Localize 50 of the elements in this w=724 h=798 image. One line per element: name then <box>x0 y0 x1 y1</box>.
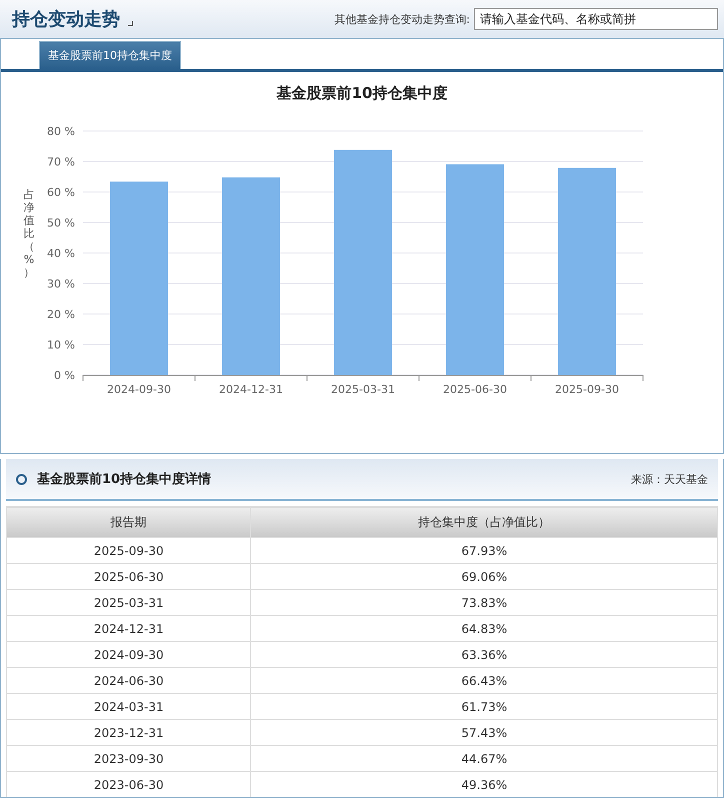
axis-label: 60 % <box>47 186 75 199</box>
bar[interactable] <box>558 168 616 375</box>
search-field[interactable]: 请输入基金代码、名称或简拼 <box>474 8 718 30</box>
circle-icon <box>16 474 27 484</box>
section-title: 基金股票前10持仓集中度详情 <box>37 470 212 488</box>
axis-label: 2024-12-31 <box>219 383 283 396</box>
table-cell: 44.67% <box>250 746 718 772</box>
table-cell: 2024-03-31 <box>6 694 251 720</box>
bar[interactable] <box>334 150 392 375</box>
table-cell: 2023-12-31 <box>6 720 251 746</box>
table-cell: 61.73% <box>250 694 718 720</box>
table-cell: 2024-12-31 <box>6 616 251 642</box>
axis-label: 20 % <box>47 308 75 321</box>
bar[interactable] <box>110 182 168 375</box>
table-cell: 2025-06-30 <box>6 564 251 590</box>
axis-label: 2024-09-30 <box>107 383 171 396</box>
axis-label: 70 % <box>47 156 75 168</box>
tab[interactable]: 基金股票前10持仓集中度 <box>39 41 181 69</box>
table-cell: 73.83% <box>250 590 718 616</box>
axis-label: 40 % <box>47 247 75 260</box>
axis-label: 50 % <box>47 216 75 230</box>
bar[interactable] <box>446 164 504 375</box>
axis-label: 0 % <box>54 369 75 382</box>
search-label: 其他基金持仓变动走势查询: <box>334 12 470 26</box>
page-title: 持仓变动走势 <box>12 8 120 31</box>
table-cell: 2023-09-30 <box>6 746 251 772</box>
table-cell: 57.43% <box>250 720 718 746</box>
axis-label: 10 % <box>47 338 75 352</box>
table-cell: 2024-06-30 <box>6 668 251 694</box>
axis-label: 2025-03-31 <box>331 383 395 396</box>
table-cell: 2025-09-30 <box>6 538 251 564</box>
table-cell: 63.36% <box>250 642 718 668</box>
axis-title: 占净值比（%） <box>24 188 34 279</box>
column-header: 持仓集中度（占净值比） <box>250 506 718 538</box>
column-header: 报告期 <box>6 506 251 538</box>
axis-label: 80 % <box>47 125 75 138</box>
table-cell: 67.93% <box>250 538 718 564</box>
chart-title: 基金股票前10持仓集中度 <box>276 84 448 103</box>
axis-label: 2025-09-30 <box>555 383 619 396</box>
table-cell: 66.43% <box>250 668 718 694</box>
table-cell: 69.06% <box>250 564 718 590</box>
bar[interactable] <box>222 177 280 375</box>
source-label: 来源：天天基金 <box>631 472 708 486</box>
table-cell: 64.83% <box>250 616 718 642</box>
table-cell: 2023-06-30 <box>6 772 251 797</box>
table-cell: 2025-03-31 <box>6 590 251 616</box>
arrow-icon[interactable] <box>128 21 134 27</box>
axis-label: 30 % <box>47 278 75 290</box>
axis-label: 2025-06-30 <box>443 383 507 396</box>
table-cell: 2024-09-30 <box>6 642 251 668</box>
